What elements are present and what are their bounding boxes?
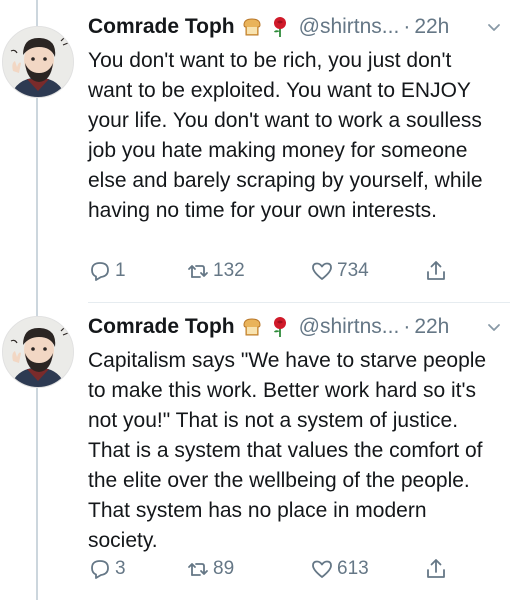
retweet-button[interactable]: 89 [186, 557, 234, 581]
like-count: 613 [337, 558, 369, 579]
tweet-timestamp[interactable]: 22h [414, 315, 449, 339]
share-button[interactable] [424, 557, 448, 581]
retweet-count: 132 [213, 260, 245, 281]
separator-dot: · [403, 315, 411, 338]
tweet-divider [88, 302, 510, 303]
reply-button[interactable]: 3 [88, 557, 126, 581]
avatar-portrait-icon [3, 317, 73, 387]
author-handle[interactable]: @shirtns... [299, 15, 400, 39]
like-icon [310, 259, 334, 283]
author-name[interactable]: Comrade Toph [88, 15, 235, 39]
tweet-timestamp[interactable]: 22h [414, 15, 449, 39]
reply-icon [88, 259, 112, 283]
separator-dot: · [403, 15, 411, 38]
rose-emoji-icon [269, 316, 291, 338]
like-button[interactable]: 613 [310, 557, 369, 581]
author-name[interactable]: Comrade Toph [88, 315, 235, 339]
chevron-down-icon[interactable] [486, 19, 502, 35]
reply-count: 1 [115, 260, 126, 281]
tweet-actions: 1 132 734 [88, 259, 470, 289]
like-button[interactable]: 734 [310, 259, 369, 283]
avatar[interactable] [2, 316, 74, 388]
share-icon [424, 259, 448, 283]
tweet-text: You don't want to be rich, you just don'… [88, 49, 483, 222]
retweet-icon [186, 557, 210, 581]
share-icon [424, 557, 448, 581]
reply-button[interactable]: 1 [88, 259, 126, 283]
retweet-count: 89 [213, 558, 235, 579]
tweet-actions: 3 89 613 [88, 557, 470, 587]
avatar[interactable] [2, 26, 74, 98]
retweet-button[interactable]: 132 [186, 259, 245, 283]
avatar-portrait-icon [3, 27, 73, 97]
like-icon [310, 557, 334, 581]
reply-count: 3 [115, 558, 126, 579]
chevron-down-icon[interactable] [486, 319, 502, 335]
tweet-text: Capitalism says "We have to starve peopl… [88, 349, 487, 552]
rose-emoji-icon [269, 16, 291, 38]
bread-emoji-icon [241, 16, 263, 38]
author-handle[interactable]: @shirtns... [299, 315, 400, 339]
bread-emoji-icon [241, 316, 263, 338]
reply-icon [88, 557, 112, 581]
like-count: 734 [337, 260, 369, 281]
share-button[interactable] [424, 259, 448, 283]
retweet-icon [186, 259, 210, 283]
